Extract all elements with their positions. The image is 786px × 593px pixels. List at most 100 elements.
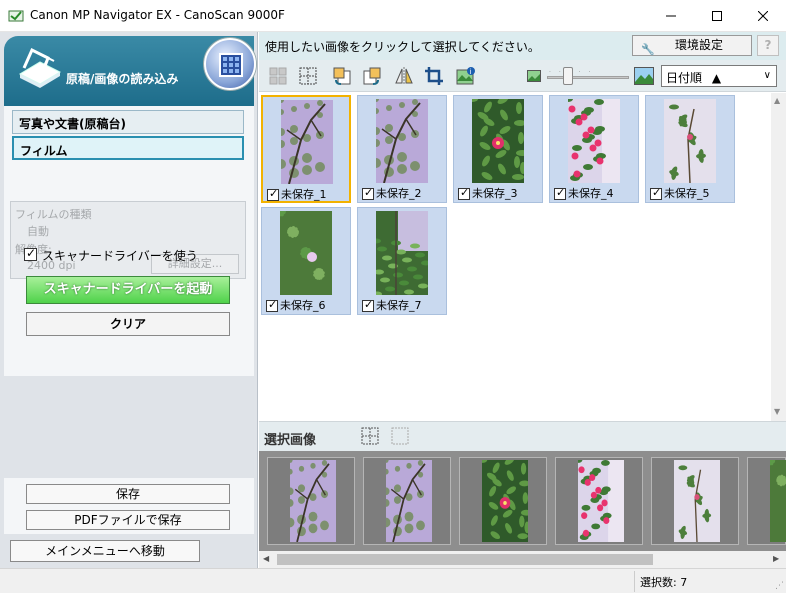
- selected-image-item[interactable]: [459, 457, 547, 545]
- film-type-value: 自動: [27, 225, 49, 238]
- thumbnail-vertical-scrollbar[interactable]: ▲ ▼: [771, 93, 786, 421]
- thumbnail-label: 未保存_6: [280, 299, 326, 312]
- thumbnail-label: 未保存_4: [568, 187, 614, 200]
- selected-images-title: 選択画像: [264, 433, 317, 448]
- thumbnail-label: 未保存_5: [664, 187, 710, 200]
- use-driver-checkbox[interactable]: [24, 246, 37, 261]
- film-type-label: フィルムの種類: [15, 208, 92, 221]
- thumbnail-caption: 未保存_7: [362, 297, 422, 313]
- app-icon: [8, 8, 24, 24]
- selected-image-item[interactable]: [267, 457, 355, 545]
- sort-order-select[interactable]: 日付順 ▲ ∨: [661, 65, 777, 87]
- right-pane: 使用したい画像をクリックして選択してください。 🔧 環境設定 ? i ·····…: [259, 32, 786, 568]
- selected-images-header: 選択画像: [259, 421, 786, 451]
- thumbnail-checkbox[interactable]: [650, 186, 662, 200]
- status-separator: [634, 571, 635, 592]
- maximize-button[interactable]: [694, 0, 740, 32]
- mode-title: 原稿/画像の読み込み: [66, 72, 179, 86]
- save-panel: 保存 PDFファイルで保存: [4, 478, 254, 534]
- clear-button[interactable]: クリア: [26, 312, 230, 336]
- thumbnail-view-icon[interactable]: [204, 38, 256, 90]
- grid-select-icon[interactable]: [297, 65, 319, 87]
- selected-image-item[interactable]: [555, 457, 643, 545]
- slider-ticks: ·····: [549, 69, 599, 76]
- thumbnail-item[interactable]: 未保存_1: [261, 95, 351, 203]
- selected-horizontal-scrollbar[interactable]: ◀ ▶: [259, 551, 786, 568]
- save-pdf-button[interactable]: PDFファイルで保存: [26, 510, 230, 530]
- large-thumb-icon[interactable]: [633, 65, 655, 87]
- thumbnail-item[interactable]: 未保存_4: [549, 95, 639, 203]
- scroll-down-icon[interactable]: ▼: [774, 407, 780, 416]
- window-title: Canon MP Navigator EX - CanoScan 9000F: [30, 8, 285, 22]
- thumbnail-photo: [280, 211, 332, 295]
- thumbnail-label: 未保存_1: [281, 188, 327, 201]
- instruction-text: 使用したい画像をクリックして選択してください。: [265, 40, 540, 54]
- thumbnail-caption: 未保存_5: [650, 185, 710, 201]
- thumbnail-checkbox[interactable]: [554, 186, 566, 200]
- rotate-left-icon[interactable]: [331, 65, 353, 87]
- thumbnail-item[interactable]: 未保存_7: [357, 207, 447, 315]
- scroll-left-icon[interactable]: ◀: [263, 554, 269, 563]
- selected-image-photo: [578, 460, 624, 542]
- thumbnail-photo: [376, 99, 428, 183]
- selected-image-item[interactable]: [747, 457, 786, 545]
- thumbnail-item[interactable]: 未保存_2: [357, 95, 447, 203]
- thumbnail-item[interactable]: 未保存_3: [453, 95, 543, 203]
- select-all-selected-icon[interactable]: [359, 425, 381, 447]
- thumbnail-caption: 未保存_2: [362, 185, 422, 201]
- hint-bar: 使用したい画像をクリックして選択してください。 🔧 環境設定 ?: [259, 32, 786, 60]
- preferences-label: 環境設定: [674, 38, 723, 52]
- source-panel: 写真や文書(原稿台) フィルム フィルムの種類 自動 解像度: 2400 dpi…: [4, 106, 254, 376]
- thumbnail-caption: 未保存_4: [554, 185, 614, 201]
- sort-value: 日付順: [666, 71, 703, 85]
- source-platen-button[interactable]: 写真や文書(原稿台): [12, 110, 244, 134]
- scroll-up-icon[interactable]: ▲: [774, 96, 780, 105]
- left-pane: 原稿/画像の読み込み 写真や文書(原稿台) フィルム フィルムの種類 自動 解像…: [0, 32, 258, 568]
- selected-image-photo: [674, 460, 720, 542]
- slider-thumb[interactable]: [563, 67, 573, 85]
- minimize-button[interactable]: [648, 0, 694, 32]
- save-button[interactable]: 保存: [26, 484, 230, 504]
- chevron-down-icon: ∨: [763, 70, 771, 81]
- selected-image-photo: [482, 460, 528, 542]
- thumbnail-photo: [281, 100, 333, 184]
- thumbnail-checkbox[interactable]: [267, 187, 279, 201]
- thumbnail-caption: 未保存_3: [458, 185, 518, 201]
- scanner-icon: [14, 44, 64, 88]
- thumbnail-checkbox[interactable]: [458, 186, 470, 200]
- thumbnail-item[interactable]: 未保存_5: [645, 95, 735, 203]
- close-button[interactable]: [740, 0, 786, 32]
- selected-image-photo: [290, 460, 336, 542]
- thumbnail-checkbox[interactable]: [362, 298, 374, 312]
- help-button: ?: [757, 35, 779, 56]
- sort-ascending-icon: ▲: [711, 71, 722, 85]
- image-info-icon[interactable]: i: [455, 65, 477, 87]
- thumbnail-checkbox[interactable]: [362, 186, 374, 200]
- svg-text:i: i: [470, 68, 472, 76]
- mode-header: 原稿/画像の読み込み: [4, 36, 256, 108]
- resize-grip-icon[interactable]: ⋰: [775, 581, 784, 591]
- selected-image-photo: [770, 460, 786, 542]
- thumbnail-size-slider[interactable]: [547, 76, 629, 79]
- mirror-icon[interactable]: [393, 65, 415, 87]
- scroll-right-icon[interactable]: ▶: [773, 554, 779, 563]
- thumbnail-grid: 未保存_1 未保存_2 未保存_3 未保存_4 未保存_5 未保存_6 未保存_7: [259, 93, 771, 421]
- rotate-right-icon[interactable]: [361, 65, 383, 87]
- use-driver-label: スキャナードライバーを使う: [42, 249, 198, 263]
- preferences-button[interactable]: 🔧 環境設定: [632, 35, 752, 56]
- selected-image-item[interactable]: [651, 457, 739, 545]
- thumbnail-photo: [376, 211, 428, 295]
- small-thumb-icon[interactable]: [523, 65, 545, 87]
- main-menu-button[interactable]: メインメニューへ移動: [10, 540, 200, 562]
- thumbnail-photo: [472, 99, 524, 183]
- scrollbar-thumb[interactable]: [277, 554, 653, 565]
- selected-image-item[interactable]: [363, 457, 451, 545]
- source-film-button[interactable]: フィルム: [12, 136, 244, 160]
- title-bar: Canon MP Navigator EX - CanoScan 9000F: [0, 0, 786, 32]
- thumbnail-checkbox[interactable]: [266, 298, 278, 312]
- film-settings-box: フィルムの種類 自動 解像度: 2400 dpi 詳細設定...: [10, 201, 246, 279]
- crop-icon[interactable]: [423, 65, 445, 87]
- deselect-all-icon[interactable]: [389, 425, 411, 447]
- thumbnail-item[interactable]: 未保存_6: [261, 207, 351, 315]
- start-driver-button[interactable]: スキャナードライバーを起動: [26, 276, 230, 304]
